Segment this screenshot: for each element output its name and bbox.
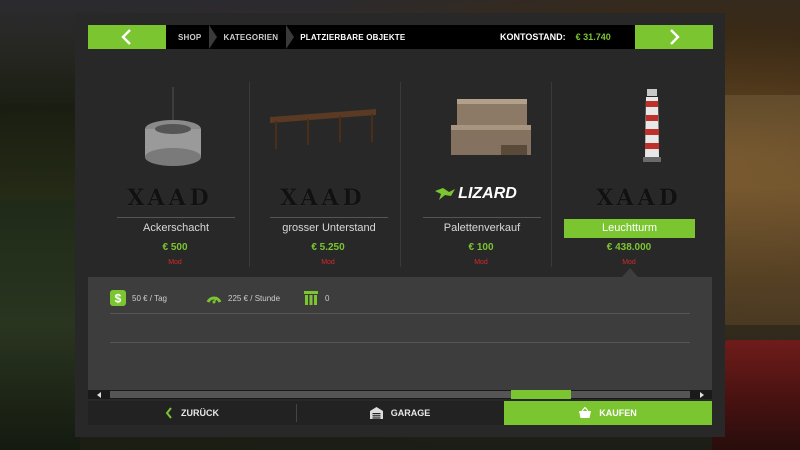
back-button-label: ZURÜCK — [181, 408, 219, 418]
balance-value: € 31.740 — [575, 32, 611, 42]
daily-cost-stat: $ 50 € / Tag — [110, 290, 167, 306]
brand-logo-text: XAAD — [596, 185, 682, 211]
shop-item-card[interactable]: XAAD grosser Unterstand € 5.250 Mod — [248, 82, 401, 272]
scroll-thumb[interactable] — [511, 390, 571, 399]
details-divider — [110, 313, 690, 314]
storage-stat: 0 — [303, 290, 329, 306]
mod-tag: Mod — [321, 259, 335, 266]
breadcrumb-separator — [286, 25, 295, 49]
well-shaft-icon — [115, 87, 225, 167]
divider — [423, 217, 541, 218]
breadcrumb-label: KATEGORIEN — [223, 32, 279, 42]
mod-tag: Mod — [168, 259, 182, 266]
item-name: Palettenverkauf — [443, 222, 521, 234]
daily-cost-value: 50 € / Tag — [132, 293, 167, 303]
divider — [270, 217, 388, 218]
chevron-right-icon — [670, 29, 680, 45]
horizontal-scrollbar[interactable] — [88, 390, 712, 399]
item-price: € 5.250 — [311, 242, 345, 253]
lizard-logo: LIZARD — [435, 185, 517, 203]
background-vehicle — [712, 340, 800, 450]
divider — [117, 217, 235, 218]
storage-value: 0 — [325, 293, 330, 303]
buy-button[interactable]: KAUFEN — [504, 401, 712, 425]
brand-logo-text: XAAD — [280, 185, 366, 211]
shop-item-card[interactable]: XAAD Ackerschacht € 500 Mod — [95, 82, 250, 272]
brand-logo: XAAD — [248, 185, 398, 211]
background-grass — [0, 200, 80, 450]
breadcrumb-label: PLATZIERBARE OBJEKTE — [300, 32, 406, 42]
breadcrumb-item-current: PLATZIERBARE OBJEKTE — [300, 33, 405, 42]
mod-tag: Mod — [622, 259, 636, 266]
garage-button[interactable]: GARAGE — [296, 401, 504, 425]
chevron-left-icon — [165, 407, 172, 419]
back-nav-button[interactable] — [88, 25, 166, 49]
money-icon: $ — [110, 290, 126, 306]
breadcrumb-separator — [209, 25, 218, 49]
scroll-right-icon[interactable] — [696, 390, 706, 399]
lighthouse-icon — [562, 87, 672, 167]
selection-pointer — [622, 268, 638, 277]
shopping-basket-icon — [579, 407, 592, 418]
garage-button-label: GARAGE — [390, 408, 431, 418]
item-name: grosser Unterstand — [282, 222, 376, 234]
item-details-panel — [88, 277, 712, 390]
item-name: Leuchtturm — [564, 219, 695, 238]
svg-text:$: $ — [115, 292, 122, 306]
breadcrumb-label: SHOP — [178, 32, 202, 42]
scroll-left-icon[interactable] — [94, 390, 104, 399]
scroll-track[interactable] — [110, 391, 690, 398]
next-nav-button[interactable] — [635, 25, 713, 49]
background-field — [715, 95, 800, 325]
item-price: € 438.000 — [606, 242, 652, 253]
brand-logo: XAAD — [564, 185, 714, 211]
shelter-icon — [268, 87, 378, 167]
back-button[interactable]: ZURÜCK — [88, 401, 296, 425]
brand-logo: XAAD — [95, 185, 245, 211]
shop-item-card-selected[interactable]: XAAD Leuchtturm € 438.000 Mod — [542, 82, 695, 272]
hourly-cost-stat: 225 € / Stunde — [206, 290, 280, 306]
hourly-cost-value: 225 € / Stunde — [228, 293, 281, 303]
garage-icon — [369, 407, 383, 419]
brand-logo-text: XAAD — [127, 185, 213, 211]
brand-logo: LIZARD — [401, 185, 551, 206]
item-price: € 100 — [468, 242, 494, 253]
mod-tag: Mod — [474, 259, 488, 266]
breadcrumb: SHOP KATEGORIEN PLATZIERBARE OBJEKTE — [166, 25, 405, 49]
brand-logo-text: LIZARD — [458, 185, 517, 202]
item-price: € 500 — [162, 242, 188, 253]
pallet-stack-icon — [421, 87, 531, 167]
item-name: Ackerschacht — [142, 222, 210, 234]
silo-icon — [304, 291, 318, 305]
balance-label: KONTOSTAND: — [500, 32, 566, 42]
breadcrumb-item-shop[interactable]: SHOP — [178, 25, 223, 49]
breadcrumb-item-kategorien[interactable]: KATEGORIEN — [223, 25, 300, 49]
shop-item-card[interactable]: LIZARD Palettenverkauf € 100 Mod — [401, 82, 552, 272]
buy-button-label: KAUFEN — [599, 408, 637, 418]
details-divider — [110, 342, 690, 343]
account-balance: KONTOSTAND: € 31.740 — [500, 25, 611, 49]
gauge-icon — [206, 296, 222, 304]
chevron-left-icon — [121, 29, 131, 45]
lizard-logo-icon — [435, 188, 456, 200]
